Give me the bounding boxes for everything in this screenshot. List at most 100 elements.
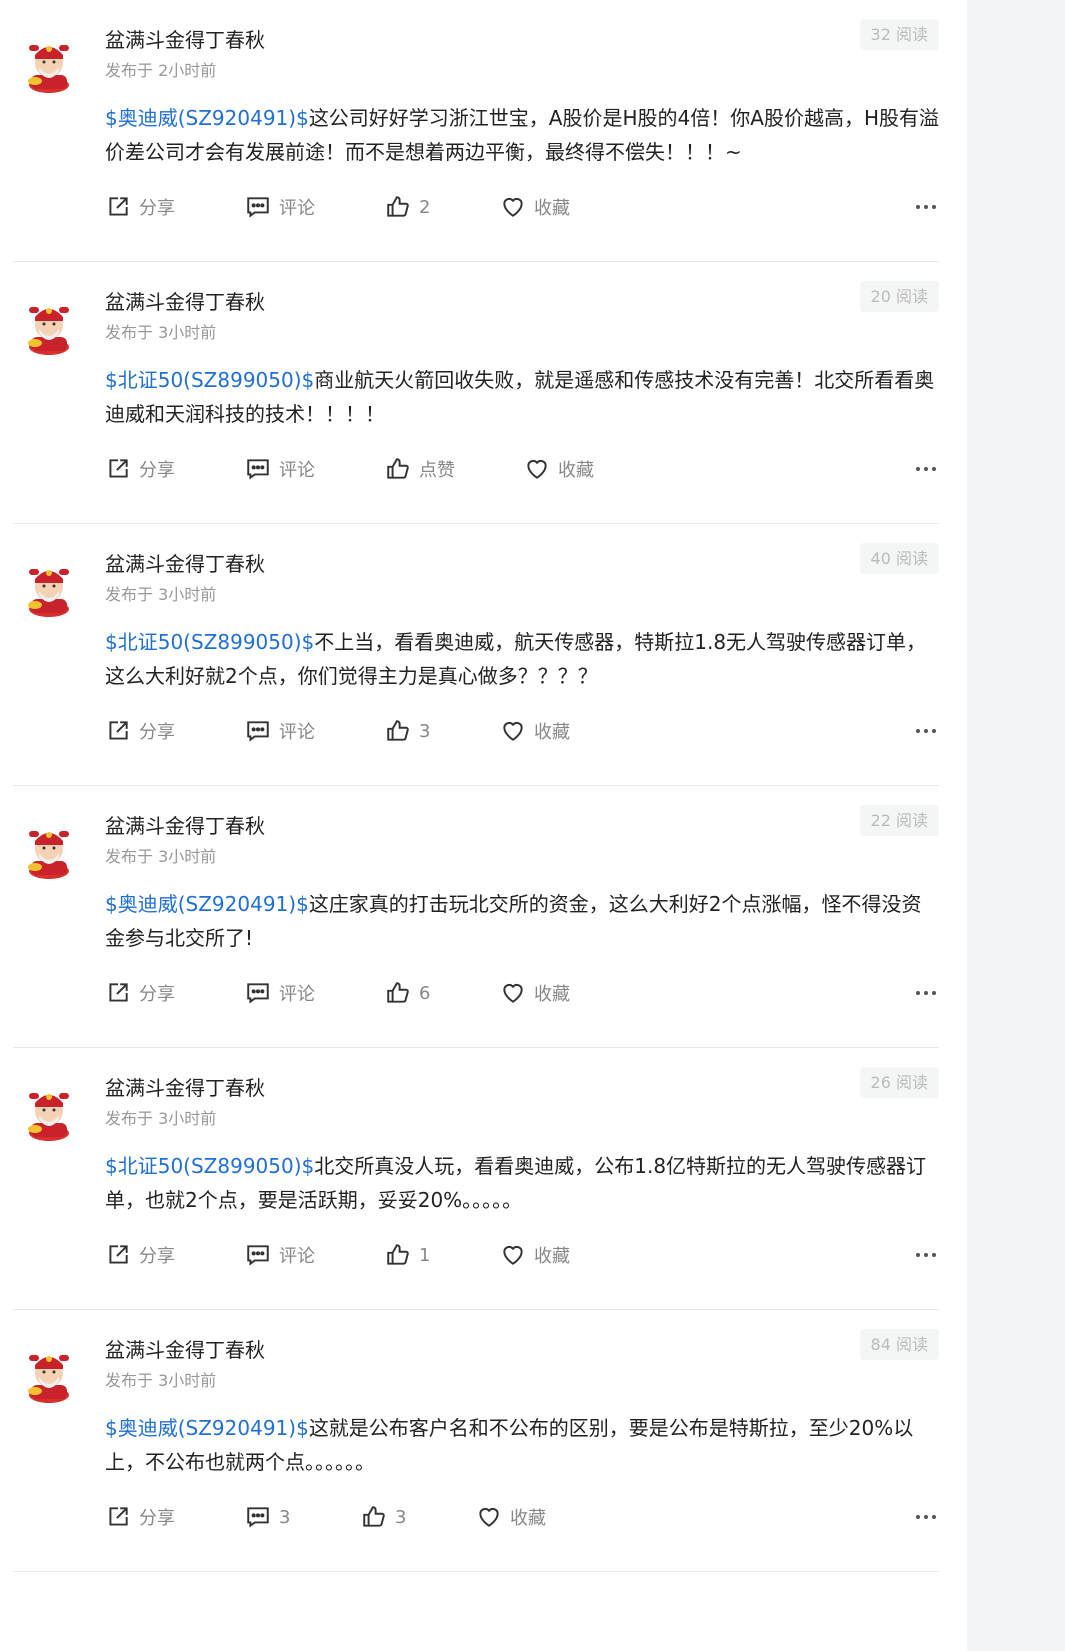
post-actions: 分享 评论 6 收藏	[105, 977, 939, 1009]
share-icon	[109, 983, 128, 1002]
comment-button[interactable]: 评论	[245, 453, 315, 485]
avatar[interactable]	[23, 1345, 75, 1403]
post-content: $北证50(SZ899050)$商业航天火箭回收失败，就是遥感和传感技术没有完善…	[105, 363, 939, 431]
like-button[interactable]: 3	[361, 1501, 406, 1533]
comment-label: 评论	[279, 984, 315, 1005]
comment-label: 3	[279, 1506, 291, 1528]
comment-label: 评论	[279, 198, 315, 219]
right-sidebar-background	[967, 0, 1065, 1651]
more-button[interactable]	[915, 715, 937, 747]
avatar[interactable]	[23, 559, 75, 617]
stock-tag-link[interactable]: $奥迪威(SZ920491)$	[105, 1416, 309, 1440]
post-actions: 分享 评论 1 收藏	[105, 1239, 939, 1271]
more-button[interactable]	[915, 1239, 937, 1271]
post-content: $奥迪威(SZ920491)$这公司好好学习浙江世宝，A股价是H股的4倍！你A股…	[105, 101, 939, 169]
favorite-button[interactable]: 收藏	[476, 1501, 546, 1533]
comment-icon	[247, 1245, 269, 1266]
heart-icon	[479, 1507, 499, 1527]
more-dots-icon	[916, 467, 936, 471]
heart-icon	[503, 197, 523, 217]
favorite-button[interactable]: 收藏	[500, 977, 570, 1009]
share-label: 分享	[139, 722, 175, 743]
avatar[interactable]	[23, 35, 75, 93]
share-icon	[109, 197, 128, 216]
share-button[interactable]: 分享	[105, 453, 175, 485]
comment-icon	[247, 197, 269, 218]
post-feed: 盆满斗金得丁春秋 发布于 2小时前 32 阅读 $奥迪威(SZ920491)$这…	[13, 0, 939, 1572]
like-label: 6	[419, 982, 431, 1004]
like-button[interactable]: 2	[385, 191, 430, 223]
post-actions: 分享 评论 2 收藏	[105, 191, 939, 223]
post-card: 盆满斗金得丁春秋 发布于 3小时前 40 阅读 $北证50(SZ899050)$…	[13, 524, 939, 786]
stock-tag-link[interactable]: $北证50(SZ899050)$	[105, 368, 314, 392]
author-name[interactable]: 盆满斗金得丁春秋	[105, 288, 265, 316]
author-name[interactable]: 盆满斗金得丁春秋	[105, 812, 265, 840]
heart-icon	[503, 1245, 523, 1265]
read-count-badge: 32 阅读	[859, 19, 939, 50]
share-button[interactable]: 分享	[105, 1501, 175, 1533]
publish-time: 发布于 3小时前	[105, 585, 217, 604]
favorite-label: 收藏	[510, 1508, 546, 1529]
post-card: 盆满斗金得丁春秋 发布于 3小时前 84 阅读 $奥迪威(SZ920491)$这…	[13, 1310, 939, 1572]
avatar[interactable]	[23, 1083, 75, 1141]
favorite-label: 收藏	[534, 984, 570, 1005]
share-button[interactable]: 分享	[105, 191, 175, 223]
post-actions: 分享 评论 点赞 收藏	[105, 453, 939, 485]
read-count-badge: 26 阅读	[859, 1067, 939, 1098]
read-count-badge: 84 阅读	[859, 1329, 939, 1360]
post-card: 盆满斗金得丁春秋 发布于 3小时前 22 阅读 $奥迪威(SZ920491)$这…	[13, 786, 939, 1048]
heart-icon	[503, 721, 523, 741]
author-name[interactable]: 盆满斗金得丁春秋	[105, 1074, 265, 1102]
comment-button[interactable]: 评论	[245, 977, 315, 1009]
more-button[interactable]	[915, 977, 937, 1009]
share-icon	[109, 721, 128, 740]
like-label: 点赞	[419, 460, 455, 481]
stock-tag-link[interactable]: $奥迪威(SZ920491)$	[105, 106, 309, 130]
favorite-label: 收藏	[534, 198, 570, 219]
like-button[interactable]: 1	[385, 1239, 430, 1271]
post-content: $北证50(SZ899050)$不上当，看看奥迪威，航天传感器，特斯拉1.8无人…	[105, 625, 939, 693]
favorite-button[interactable]: 收藏	[524, 453, 594, 485]
post-actions: 分享 评论 3 收藏	[105, 715, 939, 747]
thumbs-up-icon	[387, 1244, 409, 1265]
favorite-button[interactable]: 收藏	[500, 191, 570, 223]
comment-button[interactable]: 3	[245, 1501, 290, 1533]
favorite-label: 收藏	[534, 1246, 570, 1267]
post-content: $奥迪威(SZ920491)$这庄家真的打击玩北交所的资金，这么大利好2个点涨幅…	[105, 887, 939, 955]
stock-tag-link[interactable]: $奥迪威(SZ920491)$	[105, 892, 309, 916]
thumbs-up-icon	[363, 1506, 385, 1527]
share-button[interactable]: 分享	[105, 1239, 175, 1271]
share-label: 分享	[139, 198, 175, 219]
post-card: 盆满斗金得丁春秋 发布于 3小时前 26 阅读 $北证50(SZ899050)$…	[13, 1048, 939, 1310]
favorite-button[interactable]: 收藏	[500, 715, 570, 747]
stock-tag-link[interactable]: $北证50(SZ899050)$	[105, 630, 314, 654]
share-button[interactable]: 分享	[105, 715, 175, 747]
more-button[interactable]	[915, 191, 937, 223]
avatar[interactable]	[23, 297, 75, 355]
favorite-button[interactable]: 收藏	[500, 1239, 570, 1271]
like-button[interactable]: 3	[385, 715, 430, 747]
comment-button[interactable]: 评论	[245, 191, 315, 223]
stock-tag-link[interactable]: $北证50(SZ899050)$	[105, 1154, 314, 1178]
more-button[interactable]	[915, 453, 937, 485]
like-button[interactable]: 点赞	[385, 453, 455, 485]
comment-button[interactable]: 评论	[245, 715, 315, 747]
like-button[interactable]: 6	[385, 977, 430, 1009]
post-card: 盆满斗金得丁春秋 发布于 2小时前 32 阅读 $奥迪威(SZ920491)$这…	[13, 0, 939, 262]
comment-label: 评论	[279, 460, 315, 481]
share-label: 分享	[139, 1508, 175, 1529]
publish-time: 发布于 3小时前	[105, 323, 217, 342]
author-name[interactable]: 盆满斗金得丁春秋	[105, 550, 265, 578]
comment-button[interactable]: 评论	[245, 1239, 315, 1271]
avatar[interactable]	[23, 821, 75, 879]
author-name[interactable]: 盆满斗金得丁春秋	[105, 26, 265, 54]
thumbs-up-icon	[387, 196, 409, 217]
share-label: 分享	[139, 984, 175, 1005]
more-button[interactable]	[915, 1501, 937, 1533]
share-icon	[109, 459, 128, 478]
share-button[interactable]: 分享	[105, 977, 175, 1009]
comment-label: 评论	[279, 1246, 315, 1267]
more-dots-icon	[916, 205, 936, 209]
favorite-label: 收藏	[534, 722, 570, 743]
author-name[interactable]: 盆满斗金得丁春秋	[105, 1336, 265, 1364]
